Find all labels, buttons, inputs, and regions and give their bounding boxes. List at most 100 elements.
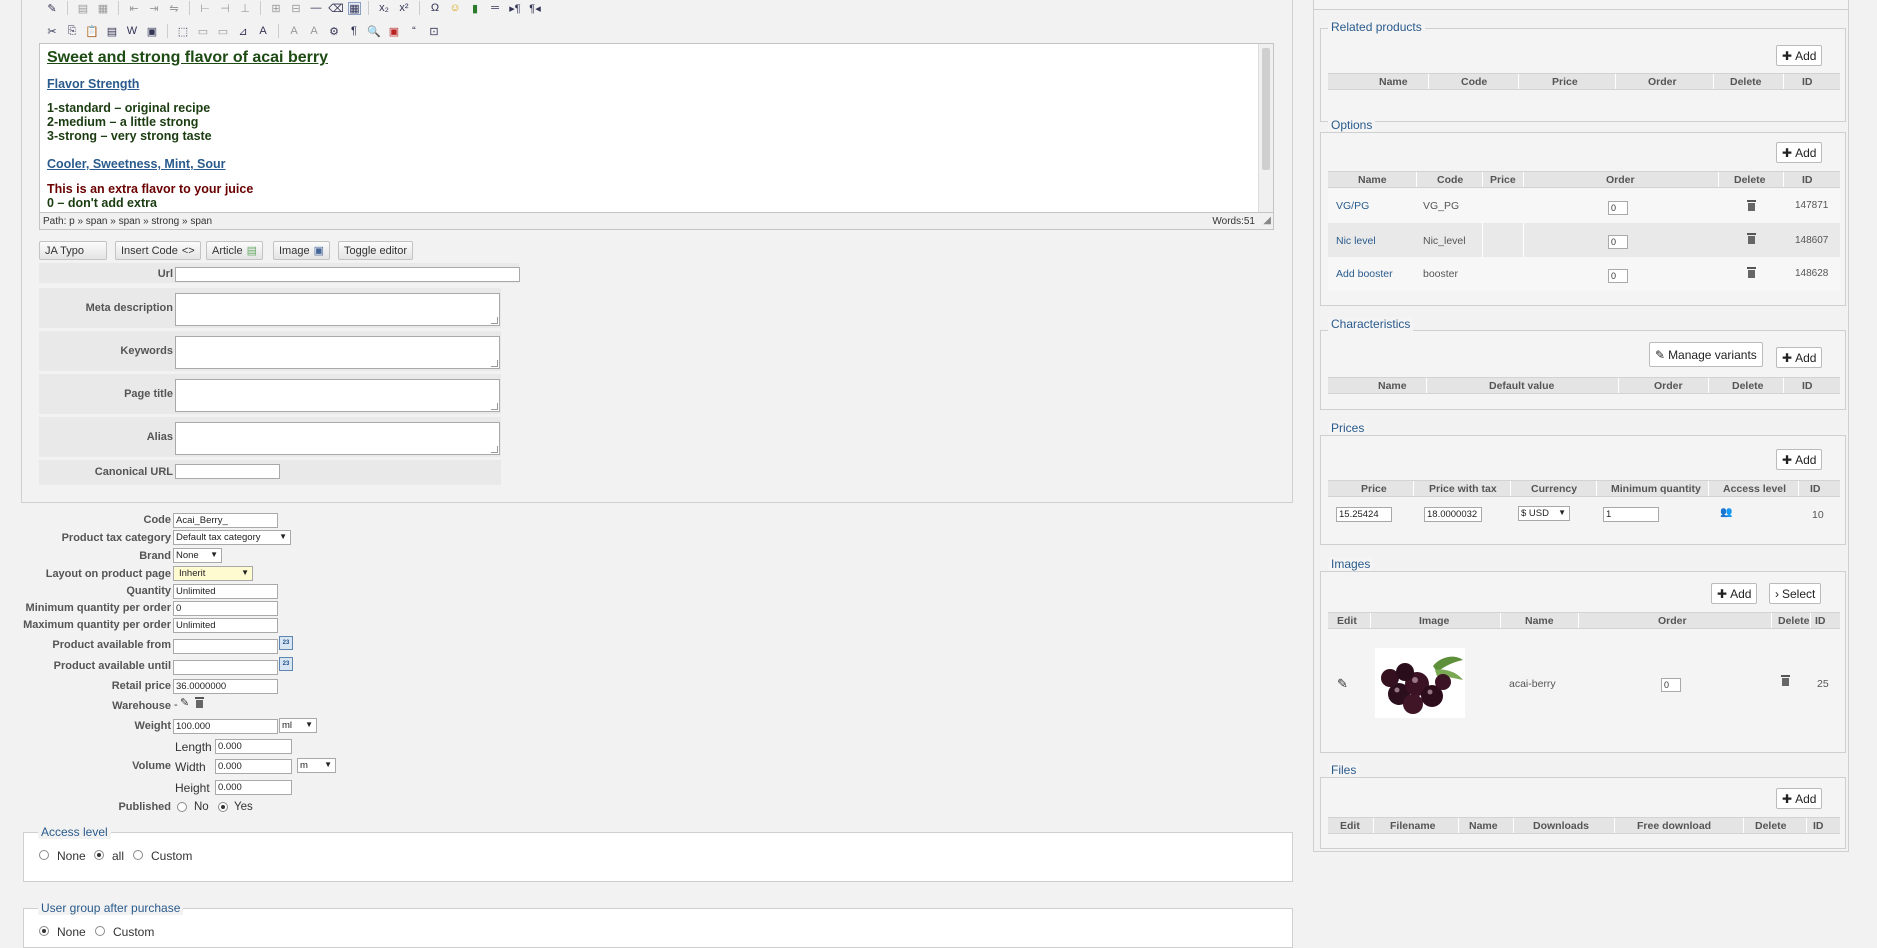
length-input[interactable]: 0.000 <box>215 739 292 754</box>
pencil-icon[interactable]: ✎ <box>180 696 189 709</box>
files-add-button[interactable]: ✚ Add <box>1776 788 1823 809</box>
characteristics-add-button[interactable]: ✚ Add <box>1776 347 1823 368</box>
cite-icon[interactable]: A <box>286 23 302 39</box>
published-yes-radio[interactable] <box>218 802 228 812</box>
currency-select[interactable]: $ USD ▼ <box>1518 506 1570 521</box>
images-add-button[interactable]: ✚ Add <box>1711 583 1758 604</box>
min-qty-input[interactable]: 0 <box>173 601 278 616</box>
user-group-none-radio[interactable] <box>39 926 49 936</box>
visual-aid-icon[interactable]: ▦ <box>348 1 361 15</box>
available-until-input[interactable] <box>173 660 278 675</box>
edit-icon[interactable]: ✎ <box>44 0 60 16</box>
calendar-icon[interactable]: 23 <box>279 636 293 650</box>
preview-icon[interactable]: 🔍 <box>366 23 382 39</box>
table-icon[interactable]: ▤ <box>75 0 91 16</box>
paste-word-icon[interactable]: W <box>124 23 140 39</box>
delete-col-icon[interactable]: ⊥ <box>237 0 253 16</box>
cut-icon[interactable]: ✂ <box>44 23 60 39</box>
row-after-icon[interactable]: ⇥ <box>146 0 162 16</box>
insert-code-button[interactable]: Insert Code <> <box>115 241 201 260</box>
manage-variants-button[interactable]: ✎ Manage variants <box>1649 342 1763 367</box>
blockquote-icon[interactable]: “ <box>406 23 422 39</box>
emoticon-icon[interactable]: ☺ <box>447 0 463 16</box>
show-blocks-icon[interactable]: ¶ <box>346 23 362 39</box>
merge-cells-icon[interactable]: ⊟ <box>288 0 304 16</box>
resize-handle-icon[interactable]: ◢ <box>1263 215 1271 226</box>
access-level-icon[interactable]: 👥 <box>1720 507 1732 518</box>
paste-text-icon[interactable]: ▤ <box>104 23 120 39</box>
trash-icon[interactable] <box>195 697 204 708</box>
trash-icon[interactable] <box>1781 675 1790 686</box>
quantity-input[interactable]: Unlimited <box>173 584 278 599</box>
edit-image-pencil-icon[interactable]: ✎ <box>1337 676 1348 692</box>
images-select-button[interactable]: › Select <box>1769 583 1822 604</box>
prices-add-button[interactable]: ✚ Add <box>1776 449 1823 470</box>
price-input[interactable]: 15.25424 <box>1336 507 1392 522</box>
weight-unit-select[interactable]: ml ▼ <box>279 718 317 733</box>
option-order-input[interactable]: 0 <box>1608 269 1628 283</box>
move-backward-icon[interactable]: ▭ <box>215 23 231 39</box>
volume-unit-select[interactable]: m ▼ <box>297 758 336 773</box>
delete-row-icon[interactable]: ⇋ <box>166 0 182 16</box>
option-order-input[interactable]: 0 <box>1608 235 1628 249</box>
trash-icon[interactable] <box>1747 200 1756 211</box>
height-input[interactable]: 0.000 <box>215 780 292 795</box>
published-no-radio[interactable] <box>177 802 187 812</box>
options-add-button[interactable]: ✚ Add <box>1776 142 1823 163</box>
ja-typo-button[interactable]: JA Typo <box>39 241 107 260</box>
template-icon[interactable]: ▣ <box>386 23 402 39</box>
media-icon[interactable]: ▮ <box>467 0 483 16</box>
subscript-icon[interactable]: x₂ <box>376 0 392 16</box>
horizontal-rule-icon[interactable]: — <box>308 0 324 16</box>
attribs-icon[interactable]: ⚙ <box>326 23 342 39</box>
editor-scrollbar[interactable] <box>1258 44 1273 212</box>
option-name-link[interactable]: Nic level <box>1336 235 1376 247</box>
image-button[interactable]: Image ▣ <box>273 241 330 260</box>
insert-layer-icon[interactable]: ⬚ <box>175 23 191 39</box>
absolute-icon[interactable]: ⊿ <box>235 23 251 39</box>
access-custom-radio[interactable] <box>133 850 143 860</box>
alias-textarea[interactable] <box>175 422 500 455</box>
keywords-textarea[interactable] <box>175 336 500 369</box>
meta-description-textarea[interactable] <box>175 293 500 326</box>
rtl-icon[interactable]: ¶◂ <box>527 0 543 16</box>
table-props-icon[interactable]: ▦ <box>95 0 111 16</box>
ltr-icon[interactable]: ▸¶ <box>507 0 523 16</box>
special-char-icon[interactable]: Ω <box>427 0 443 16</box>
option-name-link[interactable]: Add booster <box>1336 268 1393 280</box>
tax-category-select[interactable]: Default tax category ▼ <box>173 530 291 545</box>
related-add-button[interactable]: ✚ Add <box>1776 45 1823 66</box>
trash-icon[interactable] <box>1747 233 1756 244</box>
image-order-input[interactable]: 0 <box>1661 678 1681 692</box>
canonical-url-input[interactable] <box>175 464 280 479</box>
calendar-icon[interactable]: 23 <box>279 657 293 671</box>
article-button[interactable]: Article ▤ <box>206 241 263 260</box>
access-all-radio[interactable] <box>94 850 104 860</box>
option-order-input[interactable]: 0 <box>1608 201 1628 215</box>
split-cells-icon[interactable]: ⊞ <box>268 0 284 16</box>
move-forward-icon[interactable]: ▭ <box>195 23 211 39</box>
toggle-editor-button[interactable]: Toggle editor <box>338 241 413 260</box>
fullscreen-icon[interactable]: ⊡ <box>426 23 442 39</box>
user-group-custom-radio[interactable] <box>95 926 105 936</box>
code-input[interactable]: Acai_Berry_ <box>173 513 278 528</box>
min-quantity-input[interactable]: 1 <box>1603 507 1659 522</box>
remove-format-icon[interactable]: ⌫ <box>328 0 344 16</box>
row-before-icon[interactable]: ⇤ <box>126 0 142 16</box>
superscript-icon[interactable]: x² <box>396 0 412 16</box>
col-after-icon[interactable]: ⊣ <box>217 0 233 16</box>
url-input[interactable] <box>175 267 520 282</box>
width-input[interactable]: 0.000 <box>215 759 292 774</box>
copy-icon[interactable]: ⎘ <box>64 23 80 39</box>
brand-select[interactable]: None ▼ <box>173 548 222 563</box>
scrollbar-thumb[interactable] <box>1262 48 1270 170</box>
col-before-icon[interactable]: ⊢ <box>197 0 213 16</box>
paste-icon[interactable]: 📋 <box>84 23 100 39</box>
layout-select[interactable]: Inherit ▼ <box>173 566 253 581</box>
max-qty-input[interactable]: Unlimited <box>173 618 278 633</box>
styles-icon[interactable]: A <box>255 23 271 39</box>
advanced-hr-icon[interactable]: ═ <box>487 0 503 16</box>
retail-price-input[interactable]: 36.0000000 <box>173 679 278 694</box>
price-with-tax-input[interactable]: 18.0000032 <box>1424 507 1482 522</box>
access-none-radio[interactable] <box>39 850 49 860</box>
